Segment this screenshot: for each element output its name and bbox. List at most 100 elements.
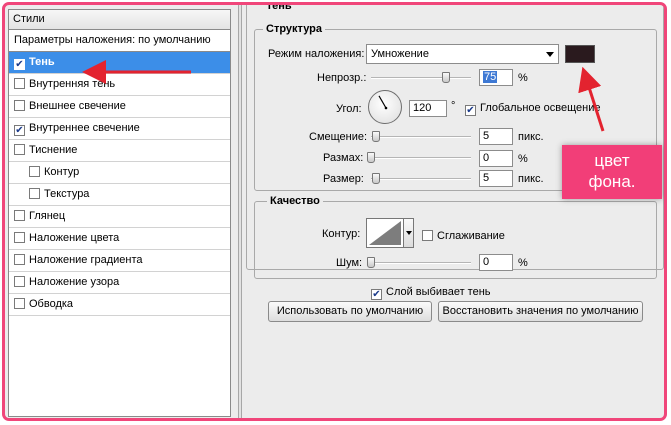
opacity-unit: % xyxy=(518,72,528,84)
opacity-slider-track[interactable] xyxy=(371,77,471,79)
angle-input[interactable]: 120 xyxy=(409,100,447,117)
style-item[interactable]: Глянец xyxy=(9,206,230,228)
opacity-slider-thumb[interactable] xyxy=(442,72,450,83)
style-item-checkbox[interactable] xyxy=(14,254,25,265)
style-item[interactable]: Внутренняя тень xyxy=(9,74,230,96)
style-item-checkbox[interactable] xyxy=(29,188,40,199)
reset-to-default-button[interactable]: Восстановить значения по умолчанию xyxy=(438,301,643,322)
noise-unit: % xyxy=(518,257,528,269)
noise-input[interactable]: 0 xyxy=(479,254,513,271)
annotation-line-2: фона. xyxy=(588,172,636,191)
distance-label: Смещение: xyxy=(309,131,368,143)
chevron-down-icon xyxy=(546,52,554,57)
style-item-label: Внутреннее свечение xyxy=(29,122,140,134)
global-light-checkbox[interactable]: ✔ xyxy=(465,105,476,116)
style-item-label: Контур xyxy=(44,166,80,178)
style-item-checkbox[interactable] xyxy=(14,210,25,221)
size-input[interactable]: 5 xyxy=(479,170,513,187)
noise-slider-track[interactable] xyxy=(371,262,471,264)
noise-slider-thumb[interactable] xyxy=(367,257,375,268)
distance-input[interactable]: 5 xyxy=(479,128,513,145)
antialias-option[interactable]: Сглаживание xyxy=(422,229,505,243)
distance-slider-track[interactable] xyxy=(371,136,471,138)
style-item[interactable]: ✔ Внутреннее свечение xyxy=(9,118,230,140)
angle-dial[interactable] xyxy=(368,90,402,124)
style-item[interactable]: Контур xyxy=(9,162,230,184)
angle-dial-needle xyxy=(378,95,388,110)
style-item-label: Текстура xyxy=(44,188,90,200)
style-item-label: Наложение цвета xyxy=(29,232,120,244)
annotation-line-1: цвет xyxy=(594,151,630,170)
layer-knocks-out-option[interactable]: ✔ Слой выбивает тень xyxy=(371,285,491,300)
layer-knocks-out-label: Слой выбивает тень xyxy=(386,286,491,298)
contour-dropdown[interactable] xyxy=(404,218,414,248)
style-item[interactable]: Наложение градиента xyxy=(9,250,230,272)
blend-mode-select[interactable]: Умножение xyxy=(366,44,559,64)
distance-unit: пикс. xyxy=(518,131,544,143)
structure-title: Структура xyxy=(263,23,325,35)
style-item-checkbox[interactable] xyxy=(14,144,25,155)
blending-options-item[interactable]: Параметры наложения: по умолчанию xyxy=(9,30,230,52)
style-item-label: Наложение градиента xyxy=(29,254,143,266)
spread-unit: % xyxy=(518,153,528,165)
shadow-color-swatch[interactable] xyxy=(565,45,595,63)
spread-label: Размах: xyxy=(323,152,364,164)
style-item-checkbox[interactable]: ✔ xyxy=(14,125,25,136)
style-item-checkbox[interactable] xyxy=(14,100,25,111)
spread-slider-thumb[interactable] xyxy=(367,152,375,163)
style-item[interactable]: Обводка xyxy=(9,294,230,316)
style-item-label: Внешнее свечение xyxy=(29,100,126,112)
angle-unit: ° xyxy=(451,100,456,112)
style-item[interactable]: Внешнее свечение xyxy=(9,96,230,118)
style-item-checkbox[interactable]: ✔ xyxy=(14,59,25,70)
antialias-label: Сглаживание xyxy=(437,230,505,242)
size-slider-thumb[interactable] xyxy=(372,173,380,184)
size-label: Размер: xyxy=(323,173,364,185)
section-title: Тень xyxy=(263,5,295,12)
opacity-value: 75 xyxy=(483,71,498,83)
style-item-label: Наложение узора xyxy=(29,276,120,288)
style-item[interactable]: Наложение узора xyxy=(9,272,230,294)
style-item[interactable]: ✔ Тень xyxy=(9,52,230,74)
styles-panel: Стили Параметры наложения: по умолчанию … xyxy=(8,9,231,417)
contour-preview[interactable] xyxy=(366,218,404,248)
antialias-checkbox[interactable] xyxy=(422,230,433,241)
global-light-label: Глобальное освещение xyxy=(480,102,601,114)
size-unit: пикс. xyxy=(518,173,544,185)
layer-knocks-out-checkbox[interactable]: ✔ xyxy=(371,289,382,300)
global-light-option[interactable]: ✔ Глобальное освещение xyxy=(465,101,601,116)
annotation-callout: цвет фона. xyxy=(562,145,662,199)
styles-header[interactable]: Стили xyxy=(9,10,230,30)
style-item-checkbox[interactable] xyxy=(14,276,25,287)
style-item-label: Тень xyxy=(29,56,55,68)
style-item[interactable]: Наложение цвета xyxy=(9,228,230,250)
style-item-checkbox[interactable] xyxy=(29,166,40,177)
quality-title: Качество xyxy=(267,195,323,207)
distance-slider-thumb[interactable] xyxy=(372,131,380,142)
spread-input[interactable]: 0 xyxy=(479,150,513,167)
angle-label: Угол: xyxy=(336,103,362,115)
style-item-label: Обводка xyxy=(29,298,74,310)
opacity-input[interactable]: 75 xyxy=(479,69,513,86)
style-item-label: Внутренняя тень xyxy=(29,78,116,90)
style-item-checkbox[interactable] xyxy=(14,78,25,89)
style-item-label: Тиснение xyxy=(29,144,78,156)
spread-slider-track[interactable] xyxy=(371,157,471,159)
blend-mode-label: Режим наложения: xyxy=(268,48,365,60)
size-slider-track[interactable] xyxy=(371,178,471,180)
style-item[interactable]: Текстура xyxy=(9,184,230,206)
opacity-label: Непрозр.: xyxy=(317,72,367,84)
blend-mode-value: Умножение xyxy=(371,48,429,60)
linear-contour-icon xyxy=(369,221,401,245)
style-list: ✔ Тень Внутренняя тень Внешнее свечение ✔ Вну… xyxy=(9,52,230,316)
panel-divider xyxy=(238,5,242,418)
style-item-checkbox[interactable] xyxy=(14,298,25,309)
noise-label: Шум: xyxy=(336,257,363,269)
style-item-label: Глянец xyxy=(29,210,66,222)
style-item[interactable]: Тиснение xyxy=(9,140,230,162)
chevron-down-icon xyxy=(406,231,412,235)
style-item-checkbox[interactable] xyxy=(14,232,25,243)
make-default-button[interactable]: Использовать по умолчанию xyxy=(268,301,432,322)
layer-style-dialog: Стили Параметры наложения: по умолчанию … xyxy=(2,2,667,421)
contour-label: Контур: xyxy=(322,228,361,240)
